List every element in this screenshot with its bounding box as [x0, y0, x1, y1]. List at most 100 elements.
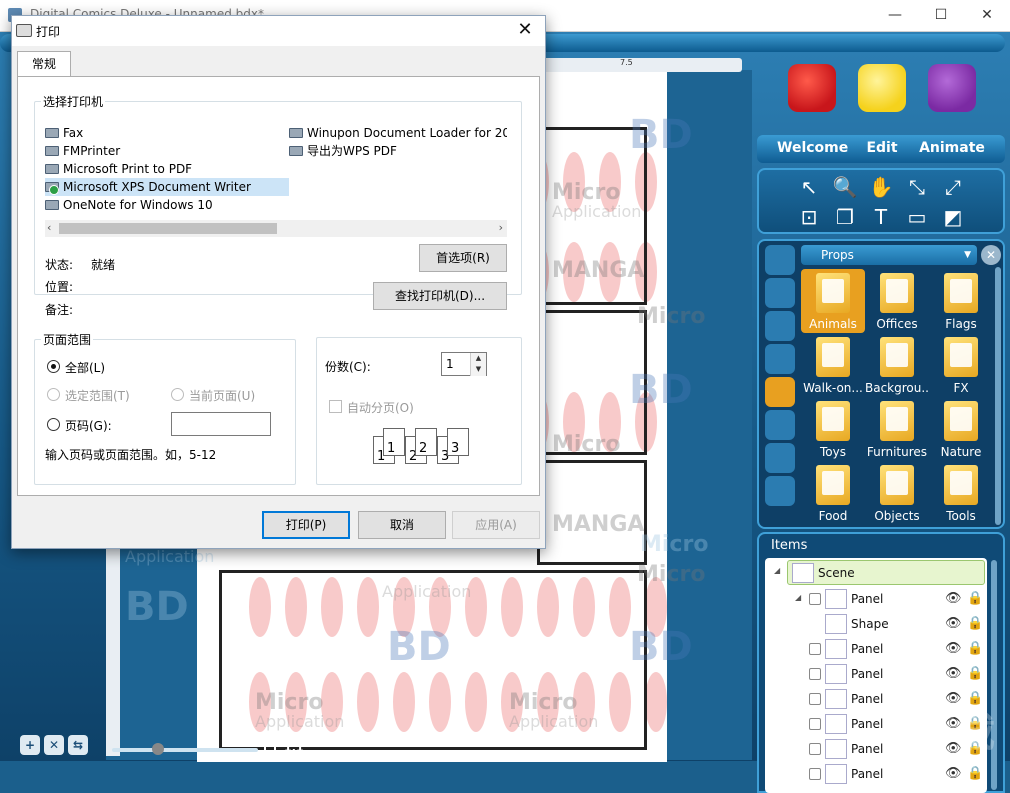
prop-animals[interactable]: Animals — [801, 269, 865, 333]
prop-food[interactable]: Food — [801, 461, 865, 525]
lock-icon[interactable]: 🔒 — [967, 591, 983, 606]
visibility-checkbox[interactable] — [809, 718, 821, 730]
prop-nature[interactable]: Nature — [929, 397, 993, 461]
visibility-checkbox[interactable] — [809, 668, 821, 680]
printer-item[interactable]: 导出为WPS PDF — [289, 142, 507, 160]
zoom-slider-track[interactable] — [112, 748, 258, 752]
printer-list-scrollbar[interactable]: ‹ › — [45, 220, 507, 237]
visibility-checkbox[interactable] — [809, 693, 821, 705]
prop-fx[interactable]: FX — [929, 333, 993, 397]
lock-icon[interactable]: 🔒 — [967, 616, 983, 631]
category-images-icon[interactable] — [765, 443, 795, 473]
tree-row-panel[interactable]: Panel 👁 🔒 — [765, 762, 987, 787]
printer-item-selected[interactable]: Microsoft XPS Document Writer — [45, 178, 289, 196]
range-all-label[interactable]: 全部(L) — [65, 359, 105, 376]
prop-flags[interactable]: Flags — [929, 269, 993, 333]
expand-icon[interactable]: ◢ — [774, 566, 780, 575]
props-scrollbar[interactable] — [995, 267, 1001, 525]
scroll-right-icon[interactable]: › — [499, 221, 503, 234]
eye-icon[interactable]: 👁 — [945, 641, 962, 656]
visibility-checkbox[interactable] — [809, 593, 821, 605]
swap-button[interactable]: ⇆ — [68, 735, 88, 755]
collate-checkbox[interactable] — [329, 400, 342, 413]
preferences-button[interactable]: 首选项(R) — [419, 244, 507, 272]
tab-welcome[interactable]: Welcome — [777, 62, 848, 162]
tab-general[interactable]: 常规 — [17, 51, 71, 77]
lock-icon[interactable]: 🔒 — [967, 766, 983, 781]
dialog-close-button[interactable]: ✕ — [513, 19, 537, 41]
copies-down-icon[interactable]: ▼ — [470, 364, 486, 376]
prop-toys[interactable]: Toys — [801, 397, 865, 461]
eye-icon[interactable]: 👁 — [945, 616, 962, 631]
category-characters-icon[interactable] — [765, 344, 795, 374]
props-dropdown[interactable]: Props ▼ — [801, 245, 977, 265]
shape-tool-icon[interactable]: ◩ — [939, 204, 967, 230]
prop-walk-on[interactable]: Walk-on... — [801, 333, 865, 397]
apply-button[interactable]: 应用(A) — [452, 511, 540, 539]
eye-icon[interactable]: 👁 — [945, 766, 962, 781]
cancel-button[interactable]: 取消 — [358, 511, 446, 539]
printer-item[interactable]: OneNote for Windows 10 — [45, 196, 285, 214]
eye-icon[interactable]: 👁 — [945, 666, 962, 681]
props-close-button[interactable]: ✕ — [981, 245, 1001, 265]
prop-tools[interactable]: Tools — [929, 461, 993, 525]
scroll-left-icon[interactable]: ‹ — [47, 221, 51, 234]
visibility-checkbox[interactable] — [809, 768, 821, 780]
range-selection-label[interactable]: 选定范围(T) — [65, 387, 130, 404]
range-current-label[interactable]: 当前页面(U) — [189, 387, 255, 404]
printer-item[interactable]: Microsoft Print to PDF — [45, 160, 285, 178]
range-all-radio[interactable] — [47, 360, 60, 373]
visibility-checkbox[interactable] — [809, 743, 821, 755]
category-panels-icon[interactable] — [765, 245, 795, 275]
expand-icon[interactable]: ◢ — [795, 593, 801, 602]
category-landscapes-icon[interactable] — [765, 311, 795, 341]
printer-item[interactable]: Fax — [45, 124, 285, 142]
select-tool-icon[interactable]: ↖ — [795, 174, 823, 200]
frame-tool-icon[interactable]: ❐ — [831, 204, 859, 230]
scrollbar-thumb[interactable] — [59, 223, 277, 234]
eye-icon[interactable]: 👁 — [945, 591, 962, 606]
category-backgrounds-icon[interactable] — [765, 278, 795, 308]
shrink-tool-icon[interactable]: ⤡ — [903, 174, 931, 200]
prop-offices[interactable]: Offices — [865, 269, 929, 333]
hand-tool-icon[interactable]: ✋ — [867, 174, 895, 200]
zoom-tool-icon[interactable]: 🔍 — [831, 174, 859, 200]
category-balloons-icon[interactable] — [765, 410, 795, 440]
prop-objects[interactable]: Objects — [865, 461, 929, 525]
tab-animate[interactable]: Animate — [917, 62, 987, 162]
printer-item[interactable]: Winupon Document Loader for 20 — [289, 124, 507, 142]
tree-row-panel[interactable]: ◢ Panel 👁 🔒 — [765, 587, 987, 612]
prop-furnitures[interactable]: Furnitures — [865, 397, 929, 461]
print-button[interactable]: 打印(P) — [262, 511, 350, 539]
lock-icon[interactable]: 🔒 — [967, 641, 983, 656]
visibility-checkbox[interactable] — [809, 643, 821, 655]
lock-icon[interactable]: 🔒 — [967, 666, 983, 681]
tree-row-panel[interactable]: Panel 👁 🔒 — [765, 662, 987, 687]
zoom-slider-knob[interactable] — [152, 743, 164, 755]
balloon-tool-icon[interactable]: ▭ — [903, 204, 931, 230]
category-fx-icon[interactable] — [765, 476, 795, 506]
add-button[interactable]: + — [20, 735, 40, 755]
text-tool-icon[interactable]: T — [867, 204, 895, 230]
tab-edit[interactable]: Edit — [847, 62, 917, 162]
fit-page-icon[interactable] — [264, 742, 276, 754]
category-props-icon[interactable] — [765, 377, 795, 407]
minimize-button[interactable]: — — [872, 0, 918, 31]
maximize-button[interactable]: ☐ — [918, 0, 964, 31]
close-button[interactable]: ✕ — [964, 0, 1010, 31]
find-printer-button[interactable]: 查找打印机(D)... — [373, 282, 507, 310]
printer-item[interactable]: FMPrinter — [45, 142, 285, 160]
prop-backgrounds[interactable]: Backgrou... — [865, 333, 929, 397]
range-selection-radio[interactable] — [47, 388, 60, 401]
delete-button[interactable]: ✕ — [44, 735, 64, 755]
tree-row-scene[interactable]: ◢ Scene — [774, 560, 985, 585]
zoom-label[interactable]: 1:1 — [284, 741, 304, 754]
pages-input[interactable] — [171, 412, 271, 436]
range-pages-label[interactable]: 页码(G): — [65, 417, 112, 434]
tree-row-shape[interactable]: Shape 👁 🔒 — [765, 612, 987, 637]
range-pages-radio[interactable] — [47, 418, 60, 431]
expand-tool-icon[interactable]: ⤢ — [939, 174, 967, 200]
panel-tool-icon[interactable]: ⊡ — [795, 204, 823, 230]
range-current-radio[interactable] — [171, 388, 184, 401]
tree-row-panel[interactable]: Panel 👁 🔒 — [765, 637, 987, 662]
